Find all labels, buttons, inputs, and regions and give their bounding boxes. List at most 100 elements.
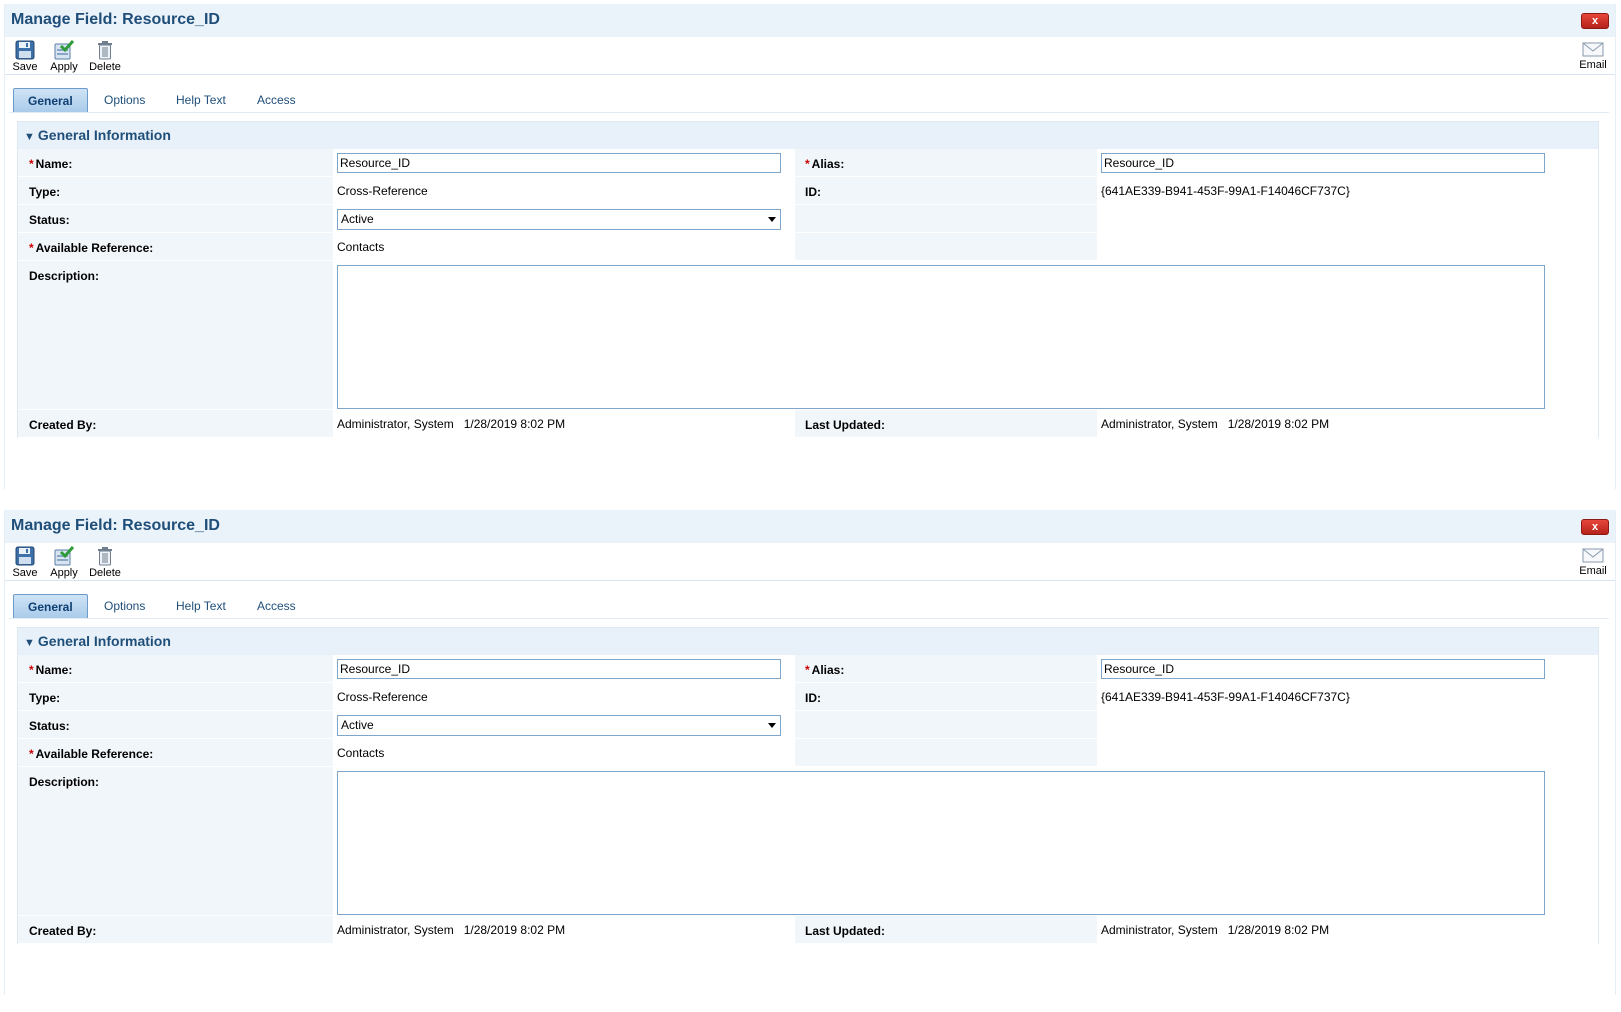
tab-options[interactable]: Options	[90, 594, 159, 618]
audit-row: Created By: Administrator, System 1/28/2…	[18, 410, 1598, 438]
name-alias-row: * Name: Resource_ID * Alias: Resource_ID	[18, 655, 1598, 683]
manage-field-panel: Manage Field: Resource_ID x Save Apply D…	[4, 4, 1616, 489]
delete-label: Delete	[89, 61, 121, 73]
available-reference-value: Contacts	[337, 746, 385, 760]
name-label: * Name:	[29, 157, 73, 171]
apply-label: Apply	[50, 61, 78, 73]
save-button[interactable]: Save	[11, 40, 39, 73]
email-label: Email	[1579, 59, 1607, 71]
status-row: Status: Active	[18, 711, 1598, 739]
section-header[interactable]: ▼ General Information	[18, 628, 1598, 655]
delete-button[interactable]: Delete	[88, 546, 122, 579]
triangle-down-icon: ▼	[24, 131, 35, 143]
email-label: Email	[1579, 565, 1607, 577]
available-reference-label: * Available Reference:	[29, 747, 154, 761]
audit-row: Created By: Administrator, System 1/28/2…	[18, 916, 1598, 944]
type-value: Cross-Reference	[337, 184, 428, 198]
trash-can-icon	[98, 41, 112, 60]
last-updated-value: Administrator, System 1/28/2019 8:02 PM	[1101, 417, 1330, 431]
id-value: {641AE339-B941-453F-99A1-F14046CF737C}	[1101, 184, 1350, 198]
status-label: Status:	[29, 719, 70, 733]
apply-button[interactable]: Apply	[49, 40, 79, 73]
apply-label: Apply	[50, 567, 78, 579]
section-title: General Information	[37, 127, 171, 143]
apply-button[interactable]: Apply	[49, 546, 79, 579]
tab-help-text[interactable]: Help Text	[162, 594, 240, 618]
alias-label: * Alias:	[805, 157, 845, 171]
tab-general[interactable]: General	[13, 88, 88, 112]
title-bar: Manage Field: Resource_ID x	[5, 510, 1615, 543]
tab-bar: General Options Help Text Access	[9, 594, 1609, 619]
section-header[interactable]: ▼ General Information	[18, 122, 1598, 149]
type-value: Cross-Reference	[337, 690, 428, 704]
alias-label: * Alias:	[805, 663, 845, 677]
close-icon: x	[1591, 15, 1599, 27]
status-select[interactable]: Active	[337, 209, 781, 230]
section-title: General Information	[37, 633, 171, 649]
status-row: Status: Active	[18, 205, 1598, 233]
email-button[interactable]: Email	[1577, 40, 1609, 71]
created-by-label: Created By:	[29, 924, 97, 938]
close-button[interactable]: x	[1581, 519, 1609, 535]
close-icon: x	[1591, 521, 1599, 533]
name-alias-row: * Name: Resource_ID * Alias: Resource_ID	[18, 149, 1598, 177]
toolbar: Save Apply Delete Email	[5, 543, 1615, 581]
general-information-section: ▼ General Information * Name: Resource_ID …	[17, 627, 1599, 944]
created-by-value: Administrator, System 1/28/2019 8:02 PM	[337, 923, 566, 937]
type-id-row: Type: Cross-Reference ID: {641AE339-B941…	[18, 177, 1598, 205]
available-reference-value: Contacts	[337, 240, 385, 254]
apply-check-icon	[54, 546, 75, 566]
last-updated-value: Administrator, System 1/28/2019 8:02 PM	[1101, 923, 1330, 937]
description-textarea[interactable]	[337, 265, 1545, 409]
available-reference-row: * Available Reference: Contacts	[18, 739, 1598, 767]
last-updated-label: Last Updated:	[805, 924, 886, 938]
status-value: Active	[341, 212, 374, 226]
manage-field-panel: Manage Field: Resource_ID x Save Apply D…	[4, 510, 1616, 995]
delete-button[interactable]: Delete	[88, 40, 122, 73]
required-icon: *	[805, 663, 810, 677]
created-by-label: Created By:	[29, 418, 97, 432]
required-icon: *	[29, 157, 34, 171]
status-value: Active	[341, 718, 374, 732]
available-reference-label: * Available Reference:	[29, 241, 154, 255]
tab-general[interactable]: General	[13, 594, 88, 618]
close-button[interactable]: x	[1581, 13, 1609, 29]
page-title: Manage Field: Resource_ID	[11, 11, 220, 28]
toolbar: Save Apply Delete Email	[5, 37, 1615, 75]
id-value: {641AE339-B941-453F-99A1-F14046CF737C}	[1101, 690, 1350, 704]
type-label: Type:	[29, 185, 61, 199]
save-label: Save	[12, 567, 38, 579]
tab-access[interactable]: Access	[243, 88, 310, 112]
id-label: ID:	[805, 185, 821, 199]
required-icon: *	[29, 663, 34, 677]
status-select[interactable]: Active	[337, 715, 781, 736]
save-button[interactable]: Save	[11, 546, 39, 579]
alias-field[interactable]: Resource_ID	[1101, 659, 1545, 679]
floppy-disk-icon	[15, 40, 35, 60]
apply-check-icon	[54, 40, 75, 60]
email-button[interactable]: Email	[1577, 546, 1609, 577]
title-bar: Manage Field: Resource_ID x	[5, 4, 1615, 37]
envelope-icon	[1582, 42, 1604, 57]
available-reference-row: * Available Reference: Contacts	[18, 233, 1598, 261]
tab-bar: General Options Help Text Access	[9, 88, 1609, 113]
description-row: Description:	[18, 767, 1598, 916]
tab-access[interactable]: Access	[243, 594, 310, 618]
general-information-section: ▼ General Information * Name: Resource_ID …	[17, 121, 1599, 438]
tab-options[interactable]: Options	[90, 88, 159, 112]
name-field[interactable]: Resource_ID	[337, 153, 781, 173]
required-icon: *	[29, 241, 34, 255]
delete-label: Delete	[89, 567, 121, 579]
envelope-icon	[1582, 548, 1604, 563]
tab-help-text[interactable]: Help Text	[162, 88, 240, 112]
required-icon: *	[805, 157, 810, 171]
description-textarea[interactable]	[337, 771, 1545, 915]
required-icon: *	[29, 747, 34, 761]
name-field[interactable]: Resource_ID	[337, 659, 781, 679]
page-title: Manage Field: Resource_ID	[11, 517, 220, 534]
description-label: Description:	[29, 269, 100, 283]
chevron-down-icon	[768, 217, 776, 222]
created-by-value: Administrator, System 1/28/2019 8:02 PM	[337, 417, 566, 431]
alias-field[interactable]: Resource_ID	[1101, 153, 1545, 173]
description-label: Description:	[29, 775, 100, 789]
